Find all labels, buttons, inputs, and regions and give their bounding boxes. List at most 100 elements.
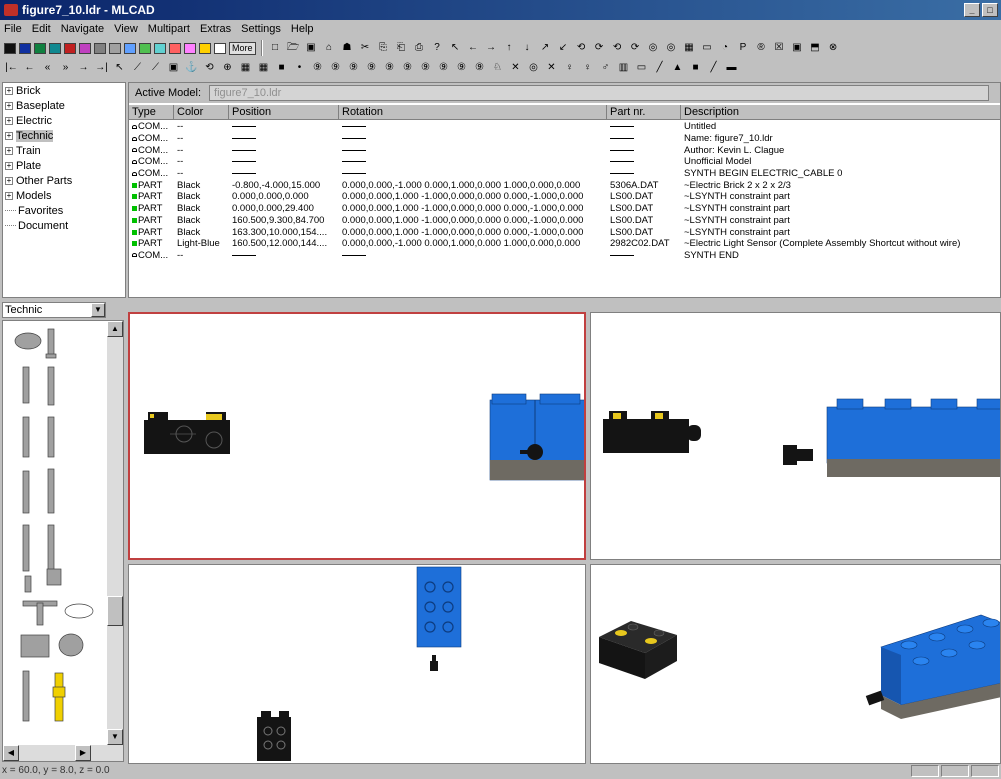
title-bar[interactable]: figure7_10.ldr - MLCAD _ □: [0, 0, 1001, 20]
category-select[interactable]: Technic ▼: [2, 302, 106, 318]
toolbar-icon[interactable]: ⑨: [418, 61, 433, 75]
toolbar-icon[interactable]: ⊗: [826, 41, 841, 55]
scroll-right-button[interactable]: ▶: [75, 745, 91, 761]
toolbar-icon[interactable]: ✕: [544, 61, 559, 75]
table-row[interactable]: PART Light-Blue 160.500,12.000,144.... 0.00…: [129, 238, 1000, 250]
toolbar-icon[interactable]: ↗: [538, 41, 553, 55]
col-type[interactable]: Type: [129, 105, 174, 120]
menu-extras[interactable]: Extras: [200, 23, 231, 35]
toolbar-icon[interactable]: «: [40, 61, 55, 75]
scroll-thumb[interactable]: [107, 596, 123, 626]
toolbar-icon[interactable]: ▲: [670, 61, 685, 75]
expand-icon[interactable]: +: [5, 116, 13, 125]
toolbar-icon[interactable]: ▣: [790, 41, 805, 55]
toolbar-icon[interactable]: ╱: [652, 61, 667, 75]
toolbar-icon[interactable]: ↖: [448, 41, 463, 55]
toolbar-icon[interactable]: ▥: [616, 61, 631, 75]
toolbar-icon[interactable]: ↑: [502, 41, 517, 55]
toolbar-icon[interactable]: ♀: [580, 61, 595, 75]
expand-icon[interactable]: +: [5, 101, 13, 110]
toolbar-icon[interactable]: ◎: [646, 41, 661, 55]
toolbar-icon[interactable]: ←: [22, 61, 37, 75]
menu-help[interactable]: Help: [291, 23, 314, 35]
col-position[interactable]: Position: [229, 105, 339, 120]
toolbar-icon[interactable]: ◎: [664, 41, 679, 55]
viewport-side[interactable]: [590, 312, 1001, 560]
toolbar-icon[interactable]: ⟳: [592, 41, 607, 55]
toolbar-icon[interactable]: ⟲: [202, 61, 217, 75]
toolbar-icon[interactable]: ▦: [238, 61, 253, 75]
table-row[interactable]: PART Black 163.300,10.000,154.... 0.000,0.0…: [129, 226, 1000, 238]
toolbar-icon[interactable]: ⎙: [412, 41, 427, 55]
toolbar-icon[interactable]: ◔: [718, 41, 733, 55]
toolbar-icon[interactable]: ⑨: [472, 61, 487, 75]
toolbar-icon[interactable]: ⑨: [436, 61, 451, 75]
minimize-button[interactable]: _: [964, 3, 980, 17]
parts-horizontal-scrollbar[interactable]: ◀ ▶: [3, 745, 107, 761]
toolbar-icon[interactable]: ⎗: [394, 41, 409, 55]
toolbar-icon[interactable]: ✕: [508, 61, 523, 75]
toolbar-icon[interactable]: ⌂: [322, 41, 337, 55]
toolbar-icon[interactable]: ▣: [166, 61, 181, 75]
toolbar-icon[interactable]: ⑨: [346, 61, 361, 75]
color-swatch[interactable]: [109, 42, 121, 54]
col-rotation[interactable]: Rotation: [339, 105, 607, 120]
toolbar-icon[interactable]: P: [736, 41, 751, 55]
menu-edit[interactable]: Edit: [32, 23, 51, 35]
toolbar-icon[interactable]: •: [292, 61, 307, 75]
toolbar-icon[interactable]: ⑨: [454, 61, 469, 75]
toolbar-icon[interactable]: ⬒: [808, 41, 823, 55]
toolbar-icon[interactable]: 🗁: [286, 41, 301, 55]
toolbar-icon[interactable]: ◎: [526, 61, 541, 75]
toolbar-icon[interactable]: ⟋: [148, 61, 163, 75]
scroll-down-button[interactable]: ▼: [107, 729, 123, 745]
toolbar-icon[interactable]: ╱: [706, 61, 721, 75]
toolbar-icon[interactable]: ▦: [256, 61, 271, 75]
tree-item-train[interactable]: + Train: [3, 143, 125, 158]
viewport-front-selected[interactable]: [128, 312, 586, 560]
color-swatch[interactable]: [64, 42, 76, 54]
color-swatch[interactable]: [49, 42, 61, 54]
toolbar-icon[interactable]: ⟋: [130, 61, 145, 75]
table-row[interactable]: COM... -- Unofficial Model: [129, 156, 1000, 168]
toolbar-icon[interactable]: ⟳: [628, 41, 643, 55]
tree-item-technic[interactable]: + Technic: [3, 128, 125, 143]
toolbar-icon[interactable]: ■: [688, 61, 703, 75]
toolbar-icon[interactable]: ⑨: [364, 61, 379, 75]
toolbar-icon[interactable]: |←: [4, 61, 19, 75]
toolbar-icon[interactable]: →: [484, 41, 499, 55]
toolbar-icon[interactable]: ⚓: [184, 61, 199, 75]
menu-view[interactable]: View: [114, 23, 138, 35]
color-swatch[interactable]: [19, 42, 31, 54]
tree-item-plate[interactable]: + Plate: [3, 158, 125, 173]
color-swatch[interactable]: [139, 42, 151, 54]
toolbar-icon[interactable]: ⟲: [574, 41, 589, 55]
toolbar-icon[interactable]: ?: [430, 41, 445, 55]
viewport-3d[interactable]: [590, 564, 1001, 764]
tree-item-electric[interactable]: + Electric: [3, 113, 125, 128]
more-colors-button[interactable]: More: [229, 41, 256, 55]
menu-settings[interactable]: Settings: [241, 23, 281, 35]
color-swatch[interactable]: [94, 42, 106, 54]
toolbar-icon[interactable]: ♀: [562, 61, 577, 75]
table-row[interactable]: COM... -- Name: figure7_10.ldr: [129, 133, 1000, 145]
toolbar-icon[interactable]: ⑨: [328, 61, 343, 75]
color-swatch[interactable]: [169, 42, 181, 54]
toolbar-icon[interactable]: ⟲: [610, 41, 625, 55]
viewport-top[interactable]: [128, 564, 586, 764]
toolbar-icon[interactable]: ☗: [340, 41, 355, 55]
toolbar-icon[interactable]: □: [268, 41, 283, 55]
color-swatch[interactable]: [79, 42, 91, 54]
toolbar-icon[interactable]: ✂: [358, 41, 373, 55]
color-swatch[interactable]: [154, 42, 166, 54]
toolbar-icon[interactable]: ↓: [520, 41, 535, 55]
toolbar-icon[interactable]: ▭: [700, 41, 715, 55]
toolbar-icon[interactable]: ♘: [490, 61, 505, 75]
col-color[interactable]: Color: [174, 105, 229, 120]
toolbar-icon[interactable]: ■: [274, 61, 289, 75]
parts-vertical-scrollbar[interactable]: ▲ ▼: [107, 321, 123, 761]
expand-icon[interactable]: +: [5, 191, 13, 200]
toolbar-icon[interactable]: →: [76, 61, 91, 75]
col-part-nr[interactable]: Part nr.: [607, 105, 681, 120]
table-row[interactable]: COM... -- Untitled: [129, 121, 1000, 133]
